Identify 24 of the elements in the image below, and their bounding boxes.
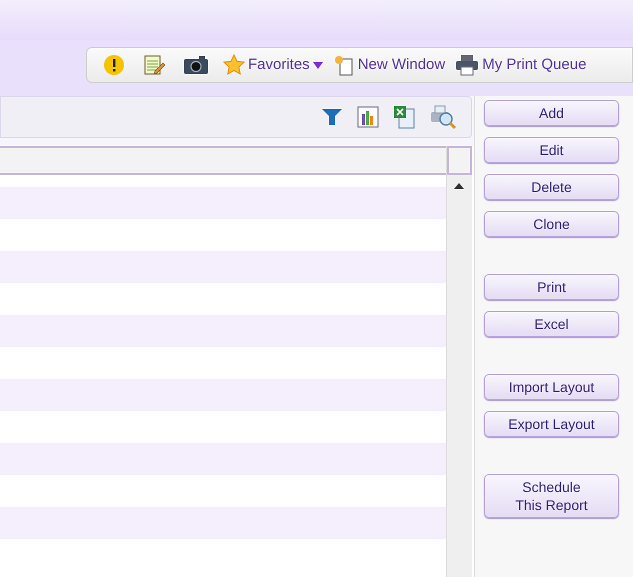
action-button[interactable]: Export Layout	[484, 411, 619, 437]
star-icon[interactable]	[223, 54, 245, 76]
toolbar-link[interactable]: New Window	[332, 54, 446, 76]
action-button[interactable]: Schedule This Report	[484, 474, 619, 518]
caret-icon	[312, 62, 323, 68]
action-button[interactable]: Excel	[484, 311, 619, 337]
action-button[interactable]: Edit	[484, 137, 619, 163]
bar-chart-icon[interactable]	[357, 106, 379, 128]
scroll-up-icon[interactable]	[454, 183, 464, 189]
action-button[interactable]: Print	[484, 274, 619, 300]
camera-icon[interactable]	[183, 55, 209, 75]
toolbar-link[interactable]: Favorites	[223, 54, 323, 76]
alert-icon[interactable]	[103, 54, 125, 76]
print-preview-icon[interactable]	[429, 104, 457, 130]
filter-icon[interactable]	[321, 108, 343, 126]
spreadsheet-icon[interactable]	[393, 105, 415, 129]
notepad-icon[interactable]	[143, 54, 165, 76]
toolbar-link[interactable]: My Print Queue	[455, 54, 586, 76]
printer-icon[interactable]	[455, 54, 480, 76]
action-button[interactable]: Add	[484, 100, 619, 126]
action-button[interactable]: Delete	[484, 174, 619, 200]
action-button[interactable]: Import Layout	[484, 374, 619, 400]
new-window-icon[interactable]	[332, 54, 355, 76]
action-button[interactable]: Clone	[484, 211, 619, 237]
